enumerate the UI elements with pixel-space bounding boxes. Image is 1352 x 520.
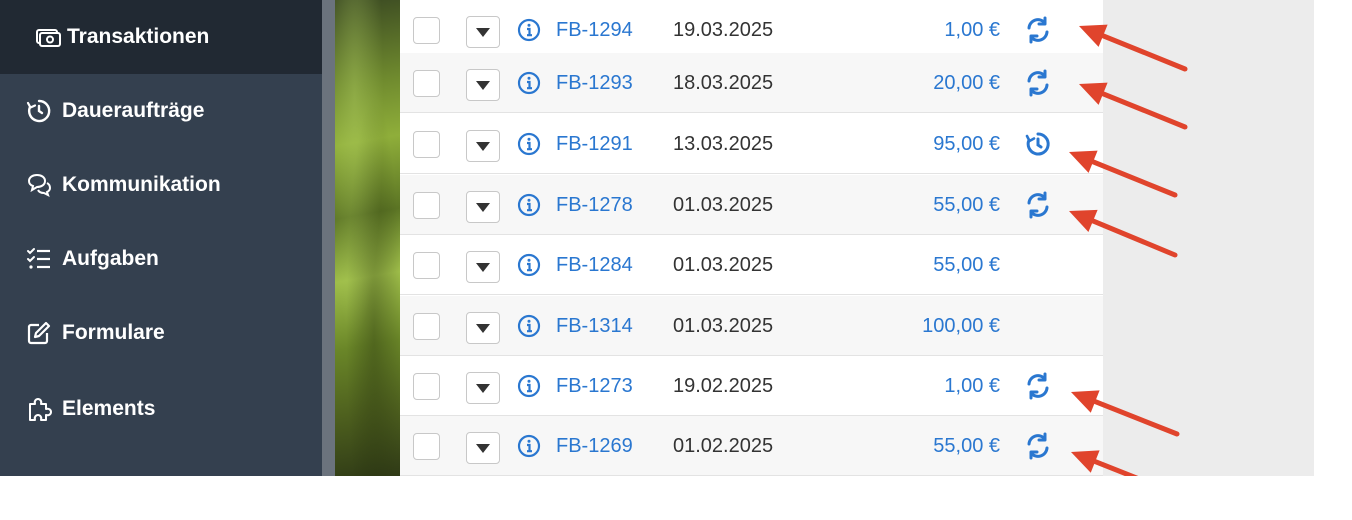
sidebar-item-aufgaben[interactable]: Aufgaben [0, 222, 322, 296]
chat-bubbles-icon [24, 170, 54, 200]
edit-form-icon [24, 318, 54, 348]
row-checkbox[interactable] [413, 17, 440, 44]
info-icon[interactable] [517, 71, 541, 95]
transaction-date: 19.03.2025 [673, 19, 774, 41]
sidebar: Transaktionen Daueraufträge Kommunikatio… [0, 0, 322, 496]
grey-panel [1103, 0, 1314, 476]
transaction-date: 19.02.2025 [673, 375, 774, 397]
transaction-date: 13.03.2025 [673, 133, 774, 155]
sidebar-item-formulare[interactable]: Formulare [0, 296, 322, 370]
transaction-reference-link[interactable]: FB-1291 [556, 114, 633, 174]
transaction-amount: 55,00 € [933, 194, 1000, 216]
transaction-reference-link[interactable]: FB-1273 [556, 356, 633, 416]
sidebar-item-label: Kommunikation [62, 173, 221, 196]
row-actions-dropdown[interactable] [466, 312, 500, 344]
caret-down-icon [476, 202, 490, 212]
recurring-icon [1024, 372, 1052, 400]
table-row[interactable]: FB-1273 19.02.2025 1,00 € [400, 356, 1103, 416]
row-checkbox[interactable] [413, 131, 440, 158]
table-row[interactable]: FB-1294 19.03.2025 1,00 € [400, 0, 1103, 54]
transaction-reference-link[interactable]: FB-1284 [556, 235, 633, 295]
row-checkbox[interactable] [413, 313, 440, 340]
row-checkbox[interactable] [413, 252, 440, 279]
table-row[interactable]: FB-1278 01.03.2025 55,00 € [400, 175, 1103, 235]
sidebar-item-transaktionen[interactable]: Transaktionen [0, 0, 322, 74]
transaction-amount: 55,00 € [933, 435, 1000, 457]
row-actions-dropdown[interactable] [466, 130, 500, 162]
row-checkbox[interactable] [413, 70, 440, 97]
transaction-amount: 55,00 € [933, 254, 1000, 276]
checklist-icon [24, 244, 54, 274]
info-icon[interactable] [517, 314, 541, 338]
sidebar-item-label: Aufgaben [62, 247, 159, 270]
sidebar-item-dauerauftraege[interactable]: Daueraufträge [0, 74, 322, 148]
row-checkbox[interactable] [413, 373, 440, 400]
transaction-date: 18.03.2025 [673, 72, 774, 94]
row-actions-dropdown[interactable] [466, 372, 500, 404]
info-icon[interactable] [517, 434, 541, 458]
table-row[interactable]: FB-1291 13.03.2025 95,00 € [400, 114, 1103, 174]
transaction-reference-link[interactable]: FB-1314 [556, 296, 633, 356]
recurring-icon [1024, 432, 1052, 460]
transaction-amount: 20,00 € [933, 72, 1000, 94]
puzzle-icon [24, 394, 54, 424]
background-photo [335, 0, 400, 476]
transactions-table: FB-1294 19.03.2025 1,00 € FB-1293 18.03.2025… [400, 0, 1103, 476]
transaction-reference-link[interactable]: FB-1294 [556, 0, 633, 60]
table-row[interactable]: FB-1284 01.03.2025 55,00 € [400, 235, 1103, 295]
sidebar-item-elements[interactable]: Elements [0, 372, 322, 446]
caret-down-icon [476, 262, 490, 272]
info-icon[interactable] [517, 132, 541, 156]
info-icon[interactable] [517, 18, 541, 42]
caret-down-icon [476, 383, 490, 393]
table-row[interactable]: FB-1269 01.02.2025 55,00 € [400, 416, 1103, 476]
transaction-amount: 1,00 € [944, 375, 1000, 397]
sidebar-item-label: Formulare [62, 321, 165, 344]
transaction-reference-link[interactable]: FB-1293 [556, 53, 633, 113]
transaction-date: 01.03.2025 [673, 194, 774, 216]
row-actions-dropdown[interactable] [466, 16, 500, 48]
right-margin [1314, 0, 1352, 476]
transaction-reference-link[interactable]: FB-1269 [556, 416, 633, 476]
info-icon[interactable] [517, 374, 541, 398]
sidebar-item-label: Transaktionen [67, 25, 210, 48]
caret-down-icon [476, 323, 490, 333]
transaction-amount: 100,00 € [922, 315, 1000, 337]
caret-down-icon [476, 80, 490, 90]
row-checkbox[interactable] [413, 192, 440, 219]
info-icon[interactable] [517, 193, 541, 217]
info-icon[interactable] [517, 253, 541, 277]
sidebar-item-label: Daueraufträge [62, 99, 205, 122]
sidebar-item-partial[interactable] [0, 446, 322, 520]
recurring-clock-icon [24, 96, 54, 126]
recurring-icon [1024, 16, 1052, 44]
standing-order-icon [1024, 130, 1052, 158]
row-actions-dropdown[interactable] [466, 432, 500, 464]
money-icon [33, 22, 63, 52]
transaction-date: 01.03.2025 [673, 254, 774, 276]
recurring-icon [1024, 191, 1052, 219]
table-row[interactable]: FB-1293 18.03.2025 20,00 € [400, 53, 1103, 113]
row-actions-dropdown[interactable] [466, 191, 500, 223]
sidebar-scrollbar[interactable] [322, 0, 335, 476]
transaction-amount: 95,00 € [933, 133, 1000, 155]
transaction-date: 01.03.2025 [673, 315, 774, 337]
row-actions-dropdown[interactable] [466, 69, 500, 101]
caret-down-icon [476, 443, 490, 453]
recurring-icon [1024, 69, 1052, 97]
partial-icon [24, 468, 54, 498]
sidebar-item-label: Elements [62, 397, 156, 420]
sidebar-item-kommunikation[interactable]: Kommunikation [0, 148, 322, 222]
transaction-amount: 1,00 € [944, 19, 1000, 41]
transaction-date: 01.02.2025 [673, 435, 774, 457]
caret-down-icon [476, 141, 490, 151]
table-row[interactable]: FB-1314 01.03.2025 100,00 € [400, 296, 1103, 356]
caret-down-icon [476, 27, 490, 37]
row-checkbox[interactable] [413, 433, 440, 460]
row-actions-dropdown[interactable] [466, 251, 500, 283]
transaction-reference-link[interactable]: FB-1278 [556, 175, 633, 235]
